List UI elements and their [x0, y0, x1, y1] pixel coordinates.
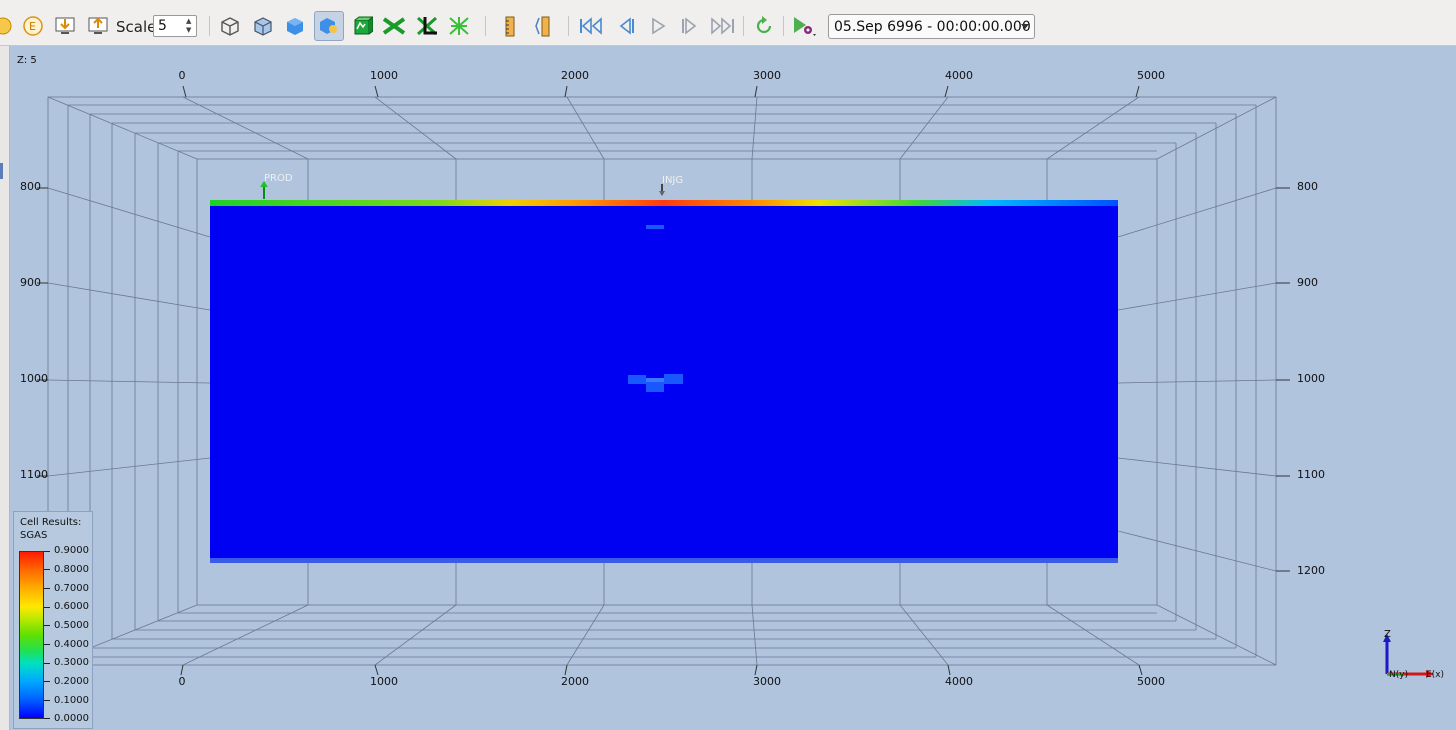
tick-label: 1100: [1297, 468, 1325, 481]
well-prod[interactable]: PROD: [260, 173, 293, 199]
axis-n-label: N(y): [1389, 670, 1408, 680]
legend-label: 0.9000: [54, 545, 89, 556]
legend-label: 0.5000: [54, 620, 89, 631]
tick-label: 3000: [753, 675, 781, 688]
tick-label: 4000: [945, 675, 973, 688]
tick-label: 2000: [561, 69, 589, 82]
legend-property: SGAS: [20, 530, 48, 541]
tick-label: 4000: [945, 69, 973, 82]
legend-label: 0.8000: [54, 564, 89, 575]
tick-label: 0: [179, 69, 186, 82]
tick-label: 900: [20, 276, 41, 289]
legend-label: 0.6000: [54, 601, 89, 612]
3d-viewport[interactable]: PROD INJG 0 1000 2000 3000 4000 5000 0 1…: [0, 0, 1456, 730]
axis-z-label: Z: [1384, 629, 1391, 640]
tick-label: 0: [179, 675, 186, 688]
legend-label: 0.3000: [54, 657, 89, 668]
tick-label: 800: [20, 180, 41, 193]
tick-label: 1100: [20, 468, 48, 481]
tick-label: 900: [1297, 276, 1318, 289]
sgas-cell-field: [210, 200, 1118, 563]
legend-title: Cell Results:: [20, 517, 82, 528]
tick-label: 1000: [20, 372, 48, 385]
well-injg[interactable]: INJG: [659, 175, 683, 196]
z-scale-label: Z: 5: [17, 55, 37, 66]
tick-label: 1000: [370, 675, 398, 688]
legend-color-bar: [19, 551, 44, 719]
tick-label: 2000: [561, 675, 589, 688]
cell-results-legend: Cell Results: SGAS 0.9000 0.8000 0.7000 …: [13, 511, 93, 729]
legend-label: 0.7000: [54, 583, 89, 594]
tick-label: 5000: [1137, 675, 1165, 688]
tick-label: 800: [1297, 180, 1318, 193]
tick-label: 3000: [753, 69, 781, 82]
axis-orientation-widget: Z N(y) E(x): [1383, 629, 1444, 680]
legend-label: 0.1000: [54, 695, 89, 706]
legend-label: 0.0000: [54, 713, 89, 724]
legend-label: 0.4000: [54, 639, 89, 650]
tick-label: 1000: [370, 69, 398, 82]
tick-label: 1200: [1297, 564, 1325, 577]
well-label-injg: INJG: [662, 175, 683, 186]
axis-e-label: E(x): [1426, 670, 1444, 680]
well-label-prod: PROD: [264, 173, 293, 184]
legend-label: 0.2000: [54, 676, 89, 687]
tick-label: 1000: [1297, 372, 1325, 385]
tick-label: 5000: [1137, 69, 1165, 82]
